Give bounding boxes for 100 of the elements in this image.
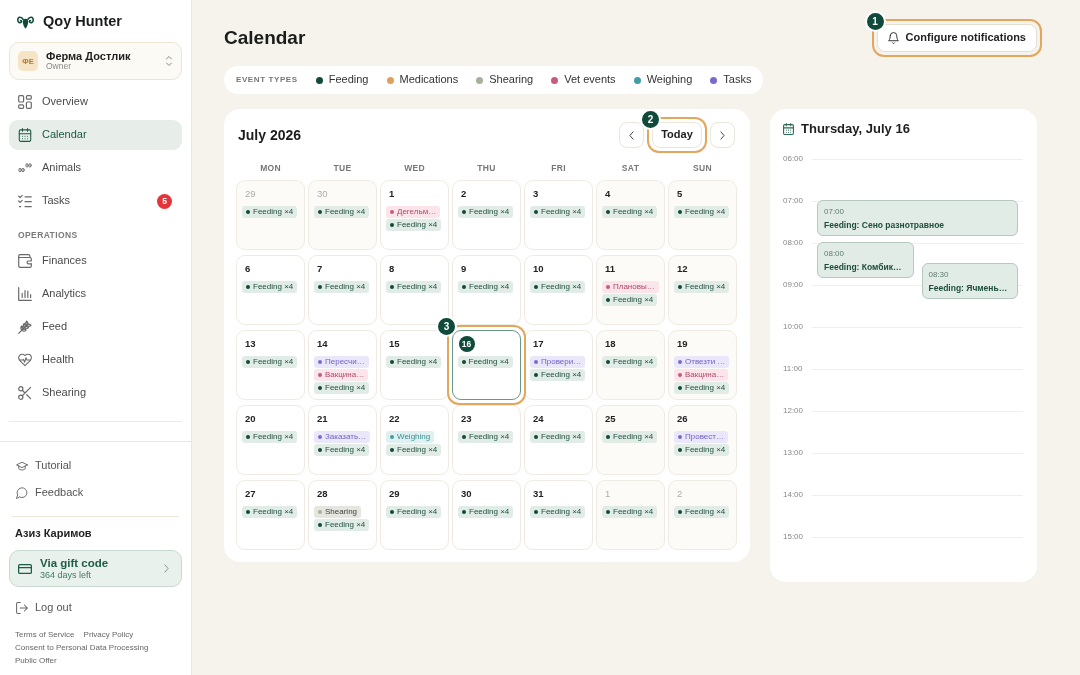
event-chip[interactable]: Feeding ×4 xyxy=(458,431,514,444)
today-button[interactable]: Today xyxy=(652,122,702,148)
event-chip[interactable]: Feeding ×4 xyxy=(386,219,442,232)
event-chip[interactable]: Feeding ×4 xyxy=(602,506,658,519)
nav-item[interactable]: Overview xyxy=(9,87,182,117)
event-chip[interactable]: Пересчи… xyxy=(314,356,369,369)
event-chip[interactable]: Feeding ×4 xyxy=(530,369,586,382)
event-chip[interactable]: Feeding ×4 xyxy=(458,281,514,294)
day-cell[interactable]: 24 Feeding ×4 xyxy=(524,405,593,475)
legal-link[interactable]: Consent to Personal Data Processing xyxy=(15,641,149,654)
day-cell[interactable]: 14 Пересчи… Вакцина… Feeding ×4 xyxy=(308,330,377,400)
event-chip[interactable]: Заказать… xyxy=(314,431,371,444)
day-cell[interactable]: 29 Feeding ×4 xyxy=(236,180,305,250)
day-cell[interactable]: 16 Feeding ×4 xyxy=(452,330,521,400)
day-cell[interactable]: 17 Провери… Feeding ×4 xyxy=(524,330,593,400)
day-cell[interactable]: 21 Заказать… Feeding ×4 xyxy=(308,405,377,475)
day-cell[interactable]: 30 Feeding ×4 xyxy=(308,180,377,250)
day-cell[interactable]: 1 Дегельм… Feeding ×4 xyxy=(380,180,449,250)
day-cell[interactable]: 25 Feeding ×4 xyxy=(596,405,665,475)
event-chip[interactable]: Feeding ×4 xyxy=(314,519,370,532)
nav-item[interactable]: Calendar xyxy=(9,120,182,150)
event-chip[interactable]: Провест… xyxy=(674,431,728,444)
event-chip[interactable]: Feeding ×4 xyxy=(242,206,298,219)
event-chip[interactable]: Feeding ×4 xyxy=(314,444,370,457)
day-cell[interactable]: 22 Weighing Feeding ×4 xyxy=(380,405,449,475)
event-chip[interactable]: Feeding ×4 xyxy=(530,206,586,219)
configure-notifications-button[interactable]: Configure notifications xyxy=(876,24,1037,52)
event-chip[interactable]: Feeding ×4 xyxy=(242,356,298,369)
day-cell[interactable]: 3 Feeding ×4 xyxy=(524,180,593,250)
event-chip[interactable]: Вакцина… xyxy=(314,369,369,382)
event-chip[interactable]: Feeding ×4 xyxy=(242,281,298,294)
day-cell[interactable]: 4 Feeding ×4 xyxy=(596,180,665,250)
event-chip[interactable]: Вакцина… xyxy=(674,369,729,382)
event-chip[interactable]: Feeding ×4 xyxy=(386,444,442,457)
day-cell[interactable]: 13 Feeding ×4 xyxy=(236,330,305,400)
event-chip[interactable]: Feeding ×4 xyxy=(602,356,658,369)
event-chip[interactable]: Feeding ×4 xyxy=(314,206,370,219)
event-chip[interactable]: Feeding ×4 xyxy=(602,294,658,307)
event-chip[interactable]: Feeding ×4 xyxy=(242,506,298,519)
event-chip[interactable]: Feeding ×4 xyxy=(674,206,730,219)
day-cell[interactable]: 1 Feeding ×4 xyxy=(596,480,665,550)
event-chip[interactable]: Провери… xyxy=(530,356,586,369)
event-chip[interactable]: Feeding ×4 xyxy=(530,506,586,519)
nav-item[interactable]: Tasks 5 xyxy=(9,186,182,216)
help-link[interactable]: Feedback xyxy=(12,479,179,506)
nav-item[interactable]: Animals xyxy=(9,153,182,183)
day-cell[interactable]: 29 Feeding ×4 xyxy=(380,480,449,550)
event-chip[interactable]: Feeding ×4 xyxy=(386,281,442,294)
day-cell[interactable]: 5 Feeding ×4 xyxy=(668,180,737,250)
day-cell[interactable]: 18 Feeding ×4 xyxy=(596,330,665,400)
day-cell[interactable]: 12 Feeding ×4 xyxy=(668,255,737,325)
nav-item[interactable]: Shearing xyxy=(9,378,182,408)
event-chip[interactable]: Feeding ×4 xyxy=(674,506,730,519)
event-chip[interactable]: Feeding ×4 xyxy=(674,444,730,457)
legal-link[interactable]: Privacy Policy xyxy=(83,628,134,641)
day-cell[interactable]: 10 Feeding ×4 xyxy=(524,255,593,325)
event-chip[interactable]: Feeding ×4 xyxy=(457,355,513,368)
next-month-button[interactable] xyxy=(710,122,735,148)
day-cell[interactable]: 23 Feeding ×4 xyxy=(452,405,521,475)
subscription-card[interactable]: Via gift code 364 days left xyxy=(9,550,182,587)
day-cell[interactable]: 15 Feeding ×4 xyxy=(380,330,449,400)
event-chip[interactable]: Feeding ×4 xyxy=(242,431,298,444)
event-chip[interactable]: Feeding ×4 xyxy=(458,506,514,519)
nav-item[interactable]: Finances xyxy=(9,246,182,276)
event-chip[interactable]: Feeding ×4 xyxy=(602,206,658,219)
event-chip[interactable]: Feeding ×4 xyxy=(674,281,730,294)
event-chip[interactable]: Дегельм… xyxy=(386,206,441,219)
day-cell[interactable]: 30 Feeding ×4 xyxy=(452,480,521,550)
schedule-event[interactable]: 07:00 Feeding: Сено разнотравное xyxy=(817,200,1018,236)
day-cell[interactable]: 20 Feeding ×4 xyxy=(236,405,305,475)
day-cell[interactable]: 19 Отвезти … Вакцина… Feeding ×4 xyxy=(668,330,737,400)
nav-item[interactable]: Analytics xyxy=(9,279,182,309)
event-chip[interactable]: Feeding ×4 xyxy=(314,281,370,294)
day-cell[interactable]: 27 Feeding ×4 xyxy=(236,480,305,550)
logout-link[interactable]: Log out xyxy=(12,594,179,621)
legal-link[interactable]: Terms of Service xyxy=(15,628,75,641)
nav-item[interactable]: Feed xyxy=(9,312,182,342)
day-cell[interactable]: 2 Feeding ×4 xyxy=(668,480,737,550)
schedule-event[interactable]: 08:00 Feeding: Комбик… xyxy=(817,242,914,278)
day-cell[interactable]: 6 Feeding ×4 xyxy=(236,255,305,325)
nav-item[interactable]: Health xyxy=(9,345,182,375)
day-cell[interactable]: 11 Плановы… Feeding ×4 xyxy=(596,255,665,325)
day-cell[interactable]: 26 Провест… Feeding ×4 xyxy=(668,405,737,475)
event-chip[interactable]: Feeding ×4 xyxy=(530,281,586,294)
event-chip[interactable]: Feeding ×4 xyxy=(530,431,586,444)
event-chip[interactable]: Feeding ×4 xyxy=(602,431,658,444)
event-chip[interactable]: Feeding ×4 xyxy=(386,356,442,369)
event-chip[interactable]: Feeding ×4 xyxy=(314,382,370,395)
previous-month-button[interactable] xyxy=(619,122,644,148)
schedule-event[interactable]: 08:30 Feeding: Ячмень… xyxy=(921,263,1018,299)
event-chip[interactable]: Feeding ×4 xyxy=(674,382,730,395)
day-cell[interactable]: 7 Feeding ×4 xyxy=(308,255,377,325)
event-chip[interactable]: Отвезти … xyxy=(674,356,730,369)
day-cell[interactable]: 9 Feeding ×4 xyxy=(452,255,521,325)
day-cell[interactable]: 2 Feeding ×4 xyxy=(452,180,521,250)
event-chip[interactable]: Feeding ×4 xyxy=(386,506,442,519)
event-chip[interactable]: Feeding ×4 xyxy=(458,206,514,219)
legal-link[interactable]: Public Offer xyxy=(15,654,57,667)
help-link[interactable]: Tutorial xyxy=(12,452,179,479)
event-chip[interactable]: Плановы… xyxy=(602,281,659,294)
